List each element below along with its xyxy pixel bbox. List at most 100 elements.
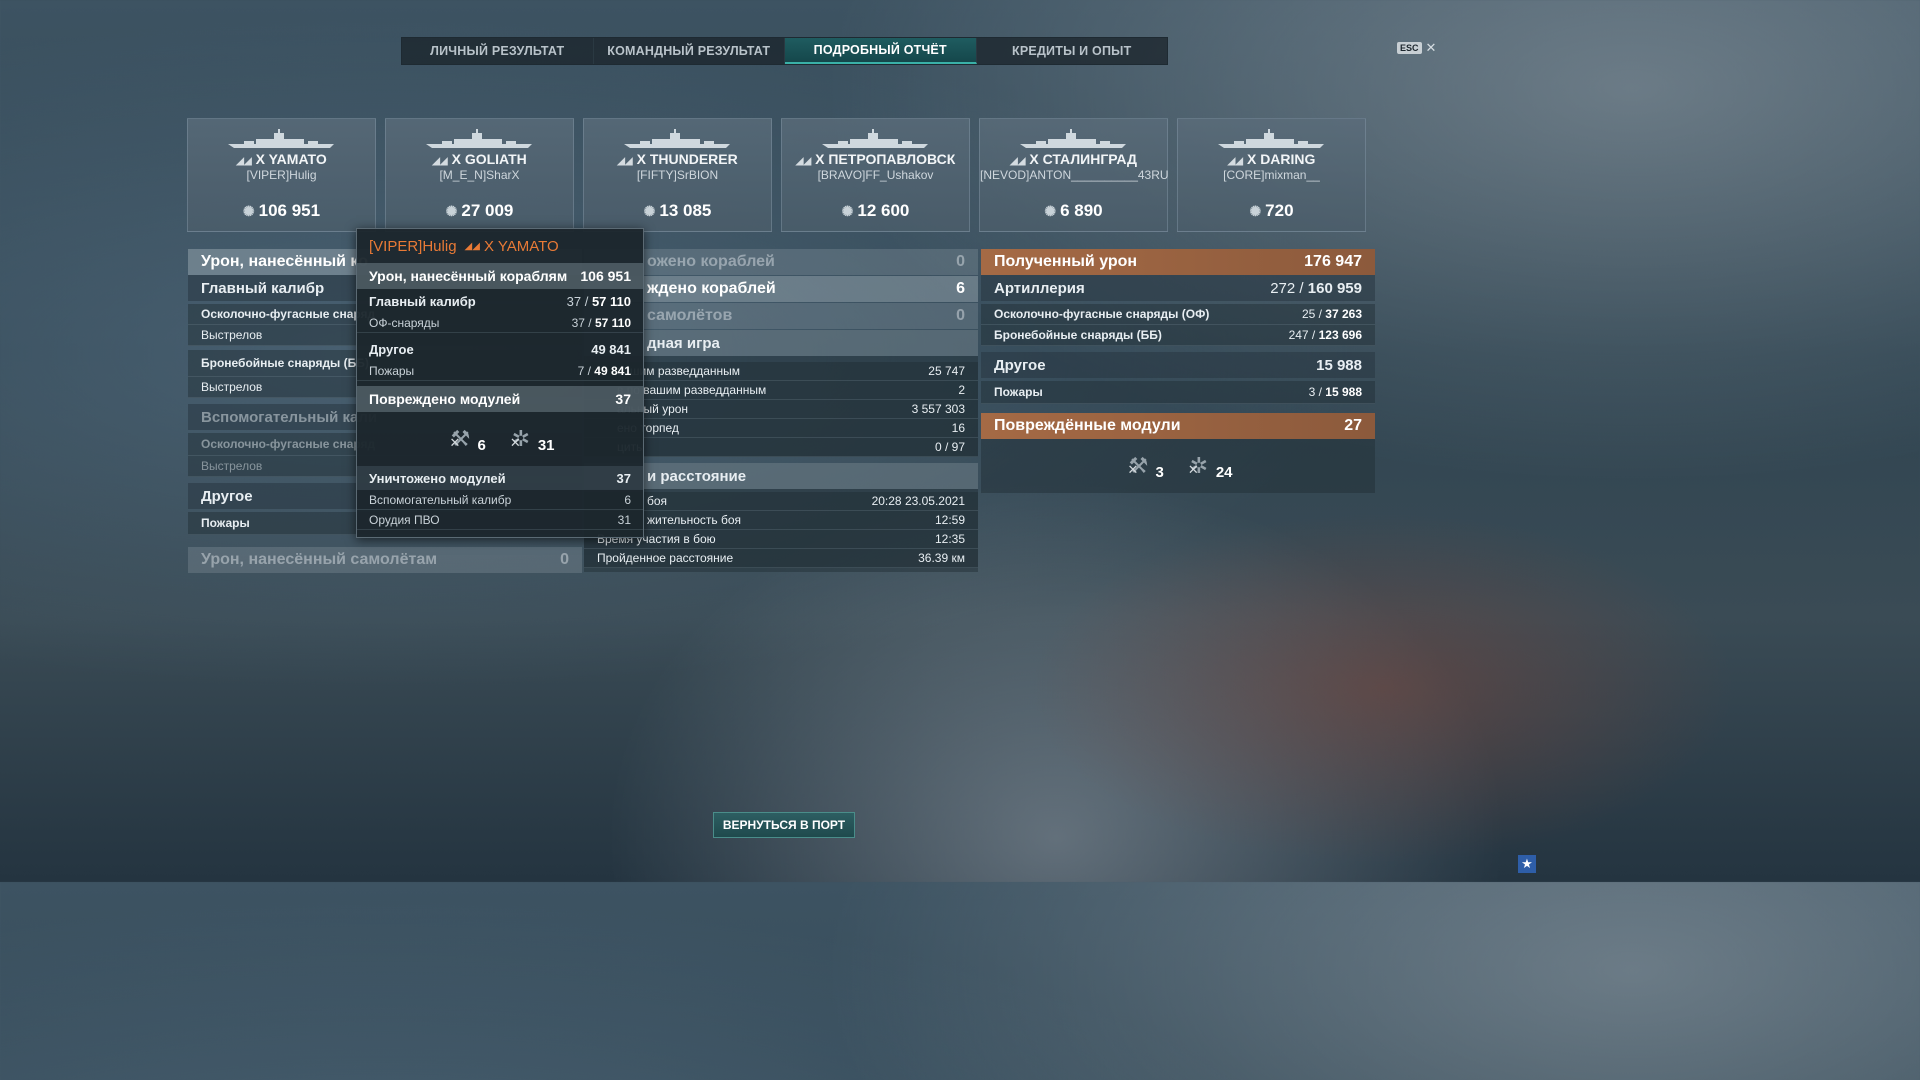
- damage-tooltip: [VIPER]Hulig ◢◢ X YAMATO Урон, нанесённы…: [356, 228, 644, 538]
- tooltip-module-icons: ⚒ ✕ 6 ✲ ✕ 31: [357, 412, 643, 466]
- time-stat-value: 36.39 км: [918, 551, 965, 565]
- player-card[interactable]: ◢◢ X YAMATO [VIPER]Hulig ✺ 106 951: [187, 118, 376, 232]
- return-to-port-button[interactable]: ВЕРНУТЬСЯ В ПОРТ: [713, 812, 855, 838]
- sec-he-label: Осколочно-фугасные снаряд: [201, 437, 376, 451]
- tooltip-main-battery: Главный калибр 37 / 57 110: [357, 289, 643, 313]
- shots-label-2: Выстрелов: [201, 380, 263, 394]
- received-other-value: 15 988: [1316, 356, 1362, 374]
- received-he-hits: 25 /: [1301, 307, 1322, 321]
- right-column: Полученный урон 176 947 Артиллерия 272 /…: [981, 249, 1375, 493]
- tooltip-modules-destroyed-label: Уничтожено модулей: [369, 470, 506, 486]
- tooltip-modules-damaged-value: 37: [615, 391, 631, 407]
- damage-value: ✺ 12 600: [782, 201, 969, 221]
- received-he-damage: 37 263: [1325, 307, 1362, 321]
- ship-name-text: X DARING: [1246, 151, 1316, 167]
- received-ap-row: Бронебойные снаряды (ББ) 247 / 123 696: [981, 325, 1375, 346]
- tooltip-fires-label: Пожары: [369, 363, 415, 378]
- damage-icon: ✺: [1249, 203, 1262, 219]
- aa-gun-icon: ✲ ✕: [1187, 453, 1209, 478]
- tooltip-aa-count: 31: [537, 437, 555, 454]
- ship-name-text: X ПЕТРОПАВЛОВСК: [815, 151, 956, 167]
- received-modules-icons: ⚒ ✕ 3 ✲ ✕ 24: [981, 439, 1375, 493]
- ship-silhouette-icon: [822, 129, 928, 148]
- artillery-hits: 272 /: [1270, 279, 1304, 297]
- tooltip-main-battery-value: 37 / 57 110: [567, 294, 631, 309]
- tooltip-main-hits: 37 /: [566, 293, 589, 309]
- ship-class-icon: ◢◢: [617, 156, 633, 167]
- player-card[interactable]: ◢◢ X GOLIATH [M_E_N]SharX ✺ 27 009: [385, 118, 574, 232]
- tooltip-secondary-module: ⚒ ✕ 6: [445, 424, 485, 454]
- player-card[interactable]: ◢◢ X СТАЛИНГРАД [NEVOD]ANTON__________43RU…: [979, 118, 1169, 232]
- time-stat-label: Пройденное расстояние: [597, 551, 734, 565]
- damage-planes-value: 0: [560, 551, 569, 568]
- damage-value: ✺ 27 009: [386, 201, 573, 221]
- tooltip-ship: X YAMATO: [483, 237, 559, 255]
- team-stat-value: 2: [958, 383, 965, 397]
- artillery-row: Артиллерия 272 / 160 959: [981, 275, 1375, 301]
- tooltip-modules-damaged: Повреждено модулей 37: [357, 386, 643, 412]
- tooltip-secondary-value: 6: [624, 492, 631, 507]
- ship-name-text: X YAMATO: [255, 151, 327, 167]
- received-fires-row: Пожары 3 / 15 988: [981, 381, 1375, 404]
- tooltip-fires-hits: 7 /: [577, 363, 591, 378]
- tooltip-he-value: 37 / 57 110: [572, 316, 631, 330]
- ship-name: ◢◢ X СТАЛИНГРАД: [980, 151, 1167, 167]
- star-icon[interactable]: ★: [1518, 855, 1536, 873]
- tooltip-aa-value: 31: [617, 512, 631, 527]
- ship-class-icon: ◢◢: [1010, 156, 1026, 167]
- tooltip-other-value: 49 841: [591, 341, 631, 357]
- tab-detailed-report[interactable]: ПОДРОБНЫЙ ОТЧЁТ: [785, 38, 977, 64]
- ship-silhouette-icon: [624, 129, 730, 148]
- secondary-module: ⚒ ✕ 3: [1123, 451, 1163, 481]
- player-name: [NEVOD]ANTON__________43RU: [980, 168, 1169, 182]
- team-stat-value: 3 557 303: [911, 402, 965, 416]
- ship-silhouette-icon: [1218, 129, 1324, 148]
- sec-shots-label: Выстрелов: [201, 459, 263, 473]
- tooltip-aa-label: Орудия ПВО: [369, 512, 440, 527]
- damage-value: ✺ 6 890: [980, 201, 1167, 221]
- tooltip-main-battery-label: Главный калибр: [369, 293, 476, 309]
- secondary-gun-icon: ⚒ ✕: [1127, 453, 1149, 478]
- tooltip-other: Другое 49 841: [357, 337, 643, 361]
- tooltip-aa-row: Орудия ПВО 31: [357, 510, 643, 530]
- damaged-modules-header: Повреждённые модули 27: [981, 413, 1375, 439]
- tab-personal-result[interactable]: ЛИЧНЫЙ РЕЗУЛЬТАТ: [402, 38, 594, 64]
- time-stat-value: 12:35: [934, 532, 965, 546]
- damaged-modules-value: 27: [1344, 417, 1362, 434]
- tab-credits-xp[interactable]: КРЕДИТЫ И ОПЫТ: [977, 38, 1168, 64]
- received-he-value: 25 / 37 263: [1302, 307, 1362, 321]
- tooltip-secondary-label: Вспомогательный калибр: [369, 492, 512, 507]
- tooltip-modules-destroyed-value: 37: [616, 470, 631, 486]
- received-ap-value: 247 / 123 696: [1289, 328, 1362, 342]
- tooltip-damage-ships-value: 106 951: [580, 268, 631, 284]
- damage-number: 6 890: [1060, 201, 1103, 220]
- damage-planes-label: Урон, нанесённый самолётам: [201, 551, 438, 568]
- received-fires-hits: 3 /: [1308, 385, 1322, 399]
- received-ap-hits: 247 /: [1288, 328, 1316, 342]
- artillery-value: 272 / 160 959: [1270, 280, 1362, 297]
- tooltip-player: [VIPER]Hulig: [369, 237, 457, 255]
- tooltip-damage-ships-label: Урон, нанесённый кораблям: [369, 268, 568, 284]
- player-card[interactable]: ◢◢ X THUNDERER [FIFTY]SrBION ✺ 13 085: [583, 118, 772, 232]
- received-damage-label: Полученный урон: [994, 253, 1138, 270]
- tab-bar: ЛИЧНЫЙ РЕЗУЛЬТАТ КОМАНДНЫЙ РЕЗУЛЬТАТ ПОД…: [401, 37, 1168, 65]
- artillery-damage: 160 959: [1307, 279, 1362, 297]
- received-he-label: Осколочно-фугасные снаряды (ОФ): [994, 307, 1210, 321]
- ship-name: ◢◢ X YAMATO: [188, 151, 375, 167]
- time-stat-value: 12:59: [934, 513, 965, 527]
- planes-value: 0: [956, 307, 965, 324]
- battleship-class-icon: ◢◢: [464, 240, 480, 252]
- tooltip-modules-damaged-label: Повреждено модулей: [369, 391, 521, 407]
- player-card[interactable]: ◢◢ X ПЕТРОПАВЛОВСК [BRAVO]FF_Ushakov ✺ 12 60…: [781, 118, 970, 232]
- ship-class-icon: ◢◢: [432, 156, 448, 167]
- close-button[interactable]: ESC ✕: [1397, 40, 1436, 56]
- damage-number: 13 085: [659, 201, 712, 220]
- received-ap-damage: 123 696: [1318, 328, 1362, 342]
- tab-team-result[interactable]: КОМАНДНЫЙ РЕЗУЛЬТАТ: [594, 38, 785, 64]
- ship-class-icon: ◢◢: [236, 156, 252, 167]
- ship-class-icon: ◢◢: [795, 156, 812, 167]
- player-card[interactable]: ◢◢ X DARING [CORE]mixman__ ✺ 720: [1177, 118, 1366, 232]
- received-he-row: Осколочно-фугасные снаряды (ОФ) 25 / 37 …: [981, 304, 1375, 325]
- ship-silhouette-icon: [228, 129, 334, 148]
- damage-value: ✺ 106 951: [188, 201, 375, 221]
